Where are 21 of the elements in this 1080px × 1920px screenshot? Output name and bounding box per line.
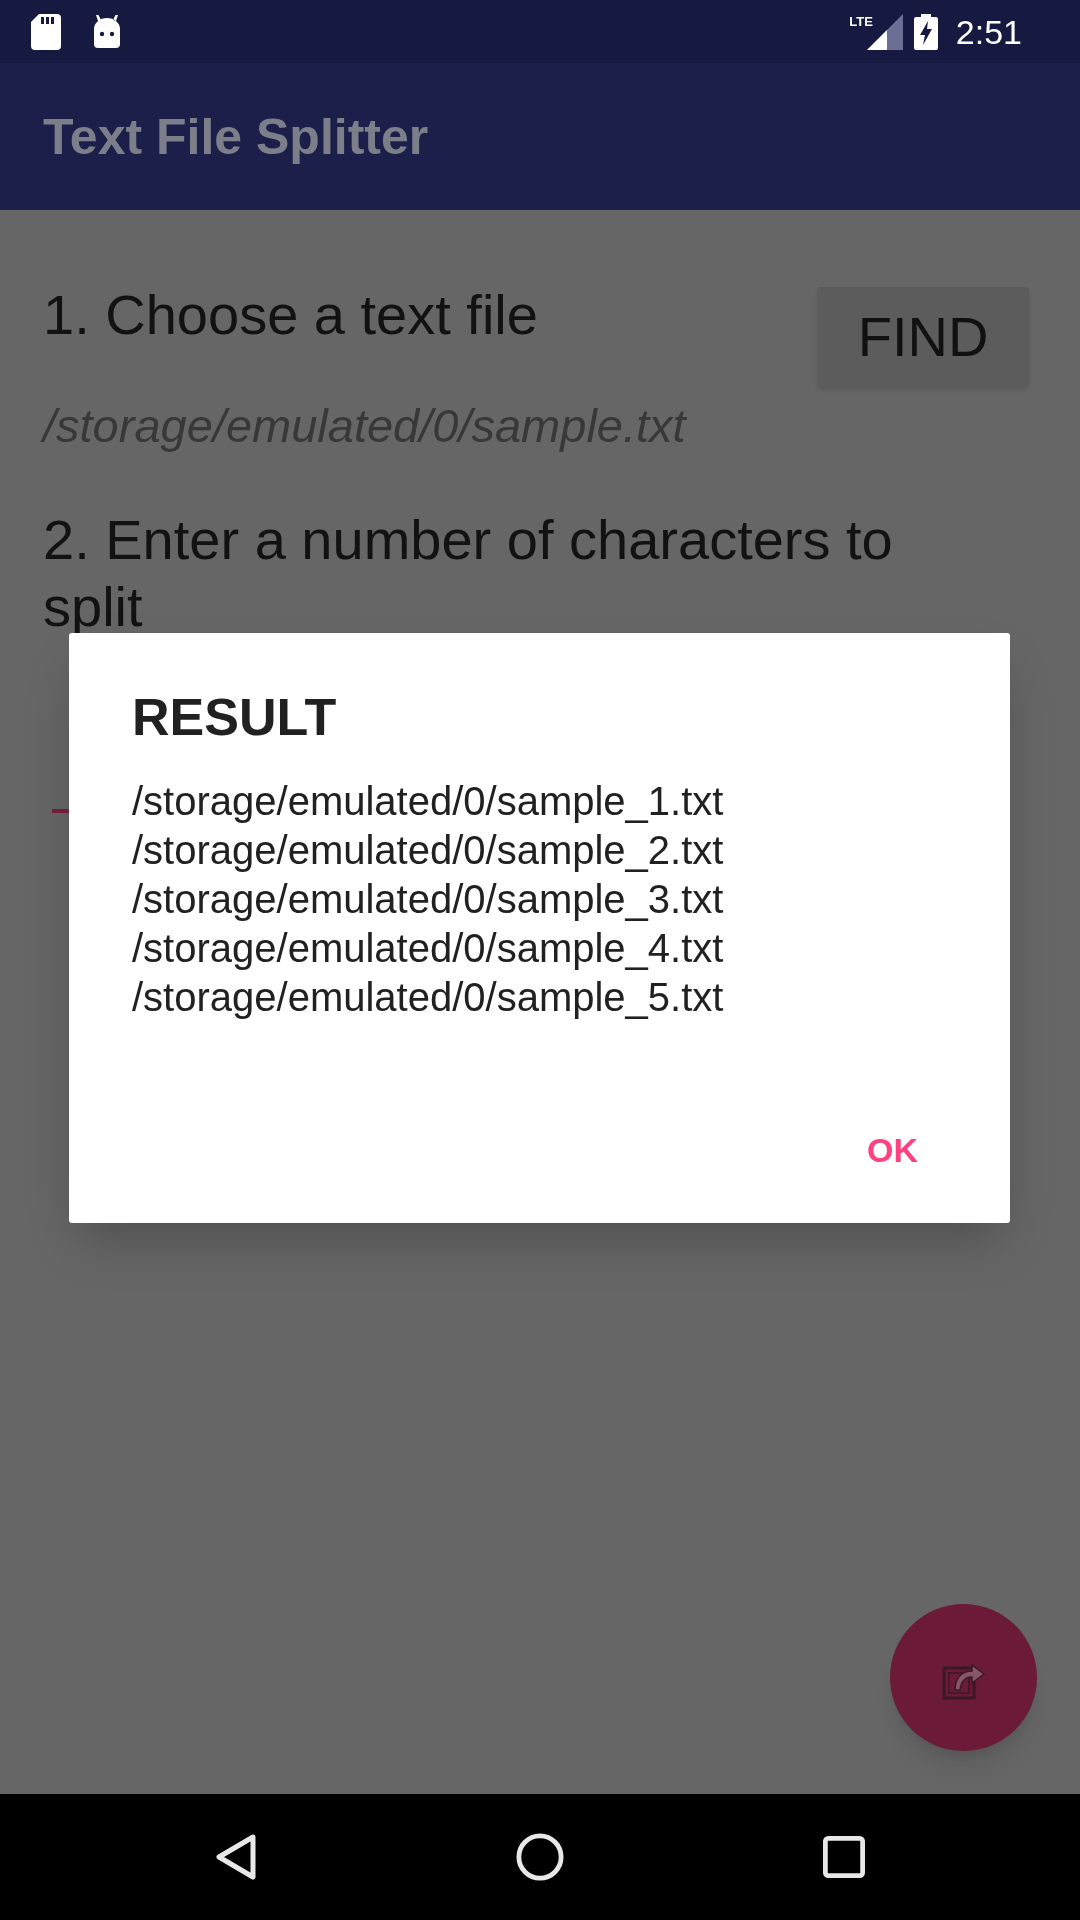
result-path-line: /storage/emulated/0/sample_2.txt — [132, 827, 724, 874]
home-icon — [516, 1833, 564, 1881]
recents-icon — [823, 1836, 865, 1878]
sd-card-icon — [31, 13, 61, 50]
app-title: Text File Splitter — [43, 111, 429, 162]
back-icon — [215, 1833, 257, 1881]
home-button[interactable] — [516, 1833, 564, 1881]
network-type-label: LTE — [849, 14, 873, 28]
status-time: 2:51 — [955, 14, 1022, 49]
robot-icon — [92, 14, 122, 49]
ok-button[interactable]: OK — [843, 1108, 942, 1192]
step-heading: 1. Choose a text file — [43, 283, 538, 347]
charging-battery-icon — [913, 13, 938, 50]
result-path-line: /storage/emulated/0/sample_4.txt — [132, 925, 724, 972]
result-path-line: /storage/emulated/0/sample_1.txt — [132, 778, 724, 825]
find-button[interactable]: FIND — [817, 287, 1029, 387]
result-path-line: /storage/emulated/0/sample_5.txt — [132, 974, 724, 1021]
result-path-line: /storage/emulated/0/sample_3.txt — [132, 876, 724, 923]
dialog-title: RESULT — [132, 687, 337, 747]
step-heading: 2. Enter a number of characters to split — [43, 507, 894, 640]
recents-button[interactable] — [820, 1833, 868, 1881]
